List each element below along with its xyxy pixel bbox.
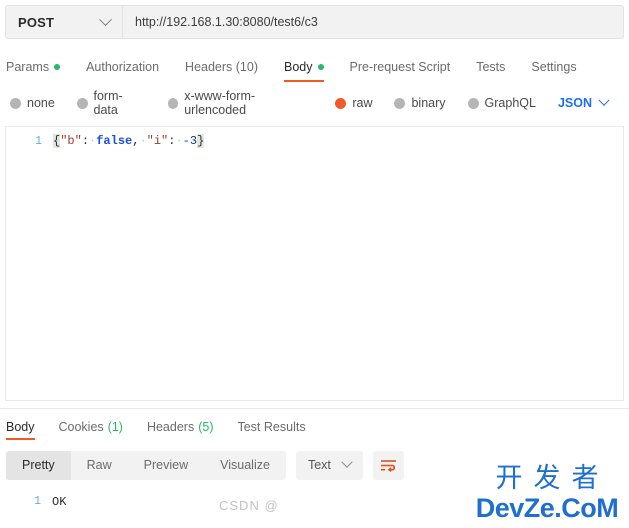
tab-authorization[interactable]: Authorization <box>86 52 173 82</box>
token-space: · <box>139 134 147 148</box>
tab-settings[interactable]: Settings <box>531 52 590 82</box>
view-mode-raw-label: Raw <box>86 458 112 472</box>
tab-settings-label: Settings <box>531 60 577 74</box>
http-method-label: POST <box>18 14 55 30</box>
code-line: 1 {"b":·false,·"i":·-3} <box>6 127 623 150</box>
radio-form-data-label: form-data <box>93 89 123 117</box>
tab-authorization-label: Authorization <box>86 60 160 74</box>
radio-x-www-form-urlencoded[interactable]: x-www-form-urlencoded <box>167 89 314 117</box>
response-tab-cookies-count: (1) <box>107 420 123 434</box>
pane-divider[interactable] <box>0 408 629 409</box>
tab-params[interactable]: Params <box>6 52 74 82</box>
radio-circle-icon <box>394 97 406 109</box>
radio-binary[interactable]: binary <box>394 96 446 110</box>
active-tab-underline <box>284 80 324 82</box>
view-mode-preview-label: Preview <box>143 458 189 472</box>
response-format-select[interactable]: Text <box>295 450 363 480</box>
devze-watermark-en: DevZe.CoM <box>475 493 619 523</box>
url-input[interactable]: http://192.168.1.30:8080/test6/c3 <box>123 6 623 38</box>
radio-none-label: none <box>27 96 55 110</box>
raw-format-label: JSON <box>557 96 592 110</box>
tab-pre-request-script-label: Pre-request Script <box>349 60 451 74</box>
tab-body-label: Body <box>284 60 313 74</box>
token-colon: : <box>81 134 90 148</box>
line-number: 1 <box>35 135 42 148</box>
response-body-text: OK <box>52 495 67 509</box>
tab-pre-request-script[interactable]: Pre-request Script <box>350 52 465 82</box>
response-view-mode-group: Pretty Raw Preview Visualize <box>6 450 286 480</box>
chevron-down-icon <box>341 456 353 468</box>
radio-circle-icon <box>76 97 88 109</box>
radio-circle-icon <box>167 97 179 109</box>
chevron-down-icon <box>99 12 112 26</box>
request-tab-bar: Params Authorization Headers (10) Body P… <box>6 52 623 84</box>
devze-watermark: 开发者 DevZe.CoM <box>469 462 625 524</box>
response-tab-cookies-label: Cookies <box>58 420 104 434</box>
response-tab-test-results[interactable]: Test Results <box>237 414 305 440</box>
radio-circle-icon <box>467 97 479 109</box>
radio-raw-label: raw <box>352 96 373 110</box>
response-tab-headers[interactable]: Headers (5) <box>147 414 214 440</box>
http-method-select[interactable]: POST <box>6 6 123 38</box>
view-mode-pretty-label: Pretty <box>22 458 55 472</box>
request-body-editor[interactable]: 1 {"b":·false,·"i":·-3} <box>5 126 624 401</box>
tab-headers[interactable]: Headers (10) <box>185 52 272 82</box>
view-mode-raw[interactable]: Raw <box>71 451 128 480</box>
response-tab-bar: Body Cookies (1) Headers (5) Test Result… <box>6 414 623 444</box>
tab-body[interactable]: Body <box>284 52 338 82</box>
token-key-b: "b" <box>60 134 82 148</box>
wrap-lines-icon <box>380 459 396 472</box>
raw-format-select[interactable]: JSON <box>557 94 622 110</box>
radio-none[interactable]: none <box>10 96 55 110</box>
url-text: http://192.168.1.30:8080/test6/c3 <box>135 15 318 29</box>
chevron-down-icon <box>598 94 610 106</box>
radio-circle-selected-icon <box>335 97 347 109</box>
tab-tests-label: Tests <box>476 60 506 74</box>
code-content[interactable]: {"b":·false,·"i":·-3} <box>53 133 205 150</box>
tab-params-label: Params <box>6 60 50 74</box>
response-tab-headers-label: Headers <box>146 420 195 434</box>
response-format-label: Text <box>307 458 331 472</box>
view-mode-preview[interactable]: Preview <box>128 451 204 480</box>
token-space: · <box>175 134 183 148</box>
radio-binary-label: binary <box>411 96 446 110</box>
response-tab-headers-count: (5) <box>198 420 214 434</box>
response-tab-test-results-label: Test Results <box>237 420 306 434</box>
response-tab-cookies[interactable]: Cookies (1) <box>59 414 123 440</box>
token-value-false: false <box>96 134 133 148</box>
body-type-radio-group: none form-data x-www-form-urlencoded raw… <box>10 89 622 117</box>
postman-request-response-pane: POST http://192.168.1.30:8080/test6/c3 P… <box>0 0 629 528</box>
token-key-i: "i" <box>146 134 169 148</box>
unsaved-dot-icon <box>317 64 324 70</box>
view-mode-visualize[interactable]: Visualize <box>204 451 286 480</box>
radio-raw[interactable]: raw <box>335 96 372 110</box>
active-tab-underline <box>6 438 35 440</box>
response-tab-body[interactable]: Body <box>6 414 35 440</box>
response-tab-body-label: Body <box>6 420 35 434</box>
csdn-watermark: CSDN @ <box>219 498 279 513</box>
devze-watermark-cn: 开发者 <box>495 463 610 494</box>
radio-x-www-form-urlencoded-label: x-www-form-urlencoded <box>184 89 256 117</box>
radio-circle-icon <box>10 97 21 109</box>
tab-headers-label: Headers (10) <box>185 60 258 74</box>
tab-tests[interactable]: Tests <box>476 52 519 82</box>
wrap-lines-button[interactable] <box>372 450 404 480</box>
token-close-brace: } <box>197 134 205 148</box>
radio-graphql[interactable]: GraphQL <box>467 96 536 110</box>
view-mode-pretty[interactable]: Pretty <box>6 450 71 480</box>
radio-graphql-label: GraphQL <box>484 96 536 110</box>
unsaved-dot-icon <box>54 64 61 70</box>
radio-form-data[interactable]: form-data <box>76 89 146 117</box>
response-line-number: 1 <box>34 495 41 508</box>
token-value-number: -3 <box>182 134 198 148</box>
view-mode-visualize-label: Visualize <box>220 458 270 472</box>
url-bar: POST http://192.168.1.30:8080/test6/c3 <box>5 5 624 39</box>
